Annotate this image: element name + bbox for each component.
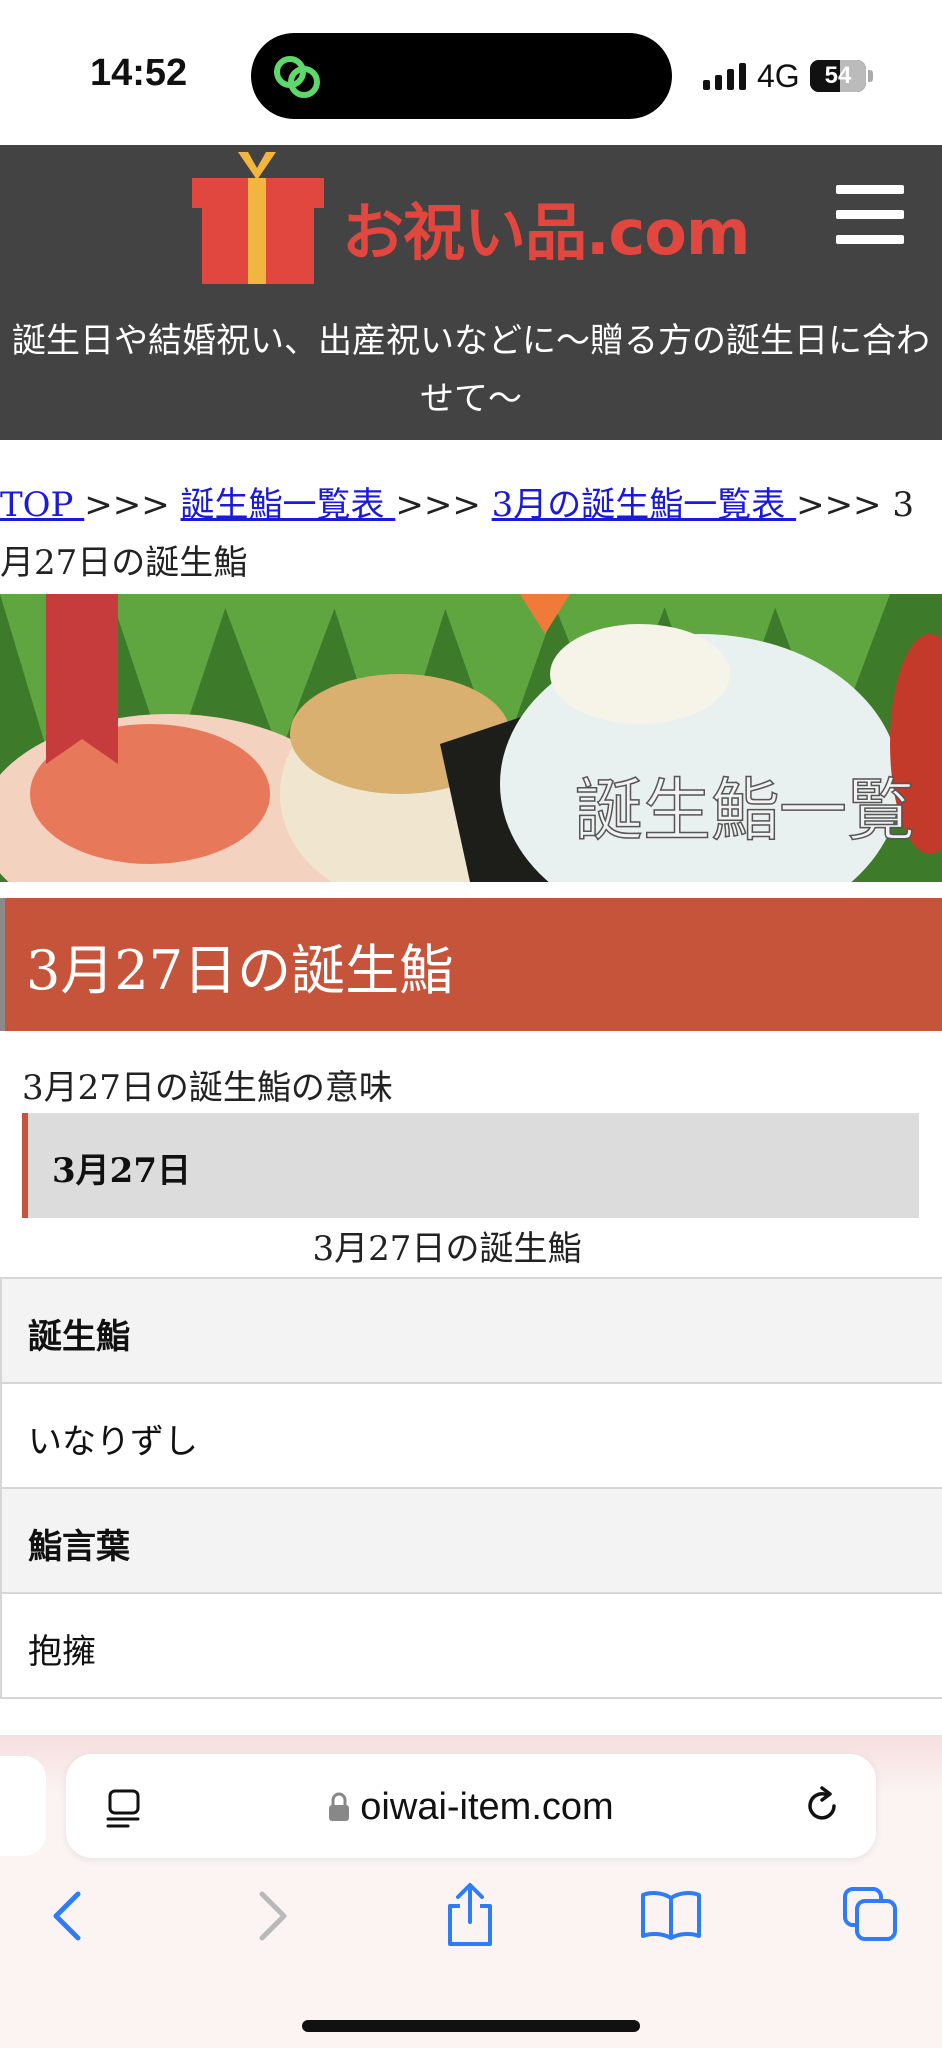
network-type: 4G (757, 58, 800, 94)
tabs-icon[interactable] (842, 1886, 898, 1942)
table-row: 鮨言葉 (0, 1489, 942, 1594)
app-activity-icon (274, 56, 320, 98)
site-tagline: 誕生日や結婚祝い、出産祝いなどに〜贈る方の誕生日に合わせて〜 (12, 321, 930, 419)
url-text: oiwai-item.com (360, 1786, 614, 1828)
breadcrumb-link-top[interactable]: TOP (0, 485, 84, 525)
status-bar: 14:52 4G 54 (0, 0, 942, 145)
date-box: 3月27日 (22, 1113, 919, 1218)
banner-title: 誕生鮨一覧 (575, 772, 915, 851)
table-row: 誕生鮨 (0, 1279, 942, 1384)
battery-tip (868, 70, 873, 82)
previous-tab-preview[interactable] (0, 1756, 46, 1856)
home-indicator (302, 2020, 640, 2032)
table-caption: 3月27日の誕生鮨 (312, 1229, 582, 1269)
meaning-label: 3月27日の誕生鮨の意味 (22, 1068, 393, 1108)
lock-icon (329, 1792, 350, 1821)
date-box-text: 3月27日 (52, 1151, 191, 1191)
cellular-signal-icon (703, 63, 746, 90)
breadcrumb-separator: >>> (796, 485, 882, 525)
battery-percent: 54 (824, 62, 852, 89)
share-icon[interactable] (444, 1882, 496, 1948)
table-header-cell: 誕生鮨 (28, 1317, 130, 1357)
title-accent-bar (0, 898, 5, 1031)
page-title-block: 3月27日の誕生鮨 (0, 898, 942, 1031)
breadcrumb: TOP >>> 誕生鮨一覧表 >>> 3月の誕生鮨一覧表 >>> 3月27日の誕… (0, 476, 930, 592)
breadcrumb-link-sushi-list[interactable]: 誕生鮨一覧表 (181, 485, 396, 525)
sushi-table: 誕生鮨 いなりずし 鮨言葉 抱擁 (0, 1277, 942, 1699)
reload-icon[interactable] (800, 1784, 844, 1828)
url-display[interactable]: oiwai-item.com (66, 1786, 876, 1829)
forward-icon[interactable] (252, 1888, 292, 1944)
breadcrumb-separator: >>> (84, 485, 170, 525)
hamburger-menu-icon[interactable] (836, 185, 904, 245)
site-logo-text[interactable]: お祝い品.com (342, 182, 751, 272)
sushi-banner-image: 誕生鮨一覧 (0, 594, 942, 882)
bookmarks-icon[interactable] (640, 1890, 702, 1940)
breadcrumb-link-march-list[interactable]: 3月の誕生鮨一覧表 (492, 485, 796, 525)
table-row: いなりずし (0, 1384, 942, 1489)
battery-icon: 54 (810, 60, 866, 92)
table-row: 抱擁 (0, 1594, 942, 1699)
back-icon[interactable] (48, 1888, 88, 1944)
table-header-cell: 鮨言葉 (28, 1527, 130, 1567)
table-cell: いなりずし (28, 1422, 198, 1462)
table-cell: 抱擁 (28, 1632, 96, 1672)
status-time: 14:52 (90, 52, 188, 94)
page-title: 3月27日の誕生鮨 (26, 939, 454, 1002)
address-bar[interactable]: oiwai-item.com (66, 1754, 876, 1858)
breadcrumb-separator: >>> (395, 485, 481, 525)
